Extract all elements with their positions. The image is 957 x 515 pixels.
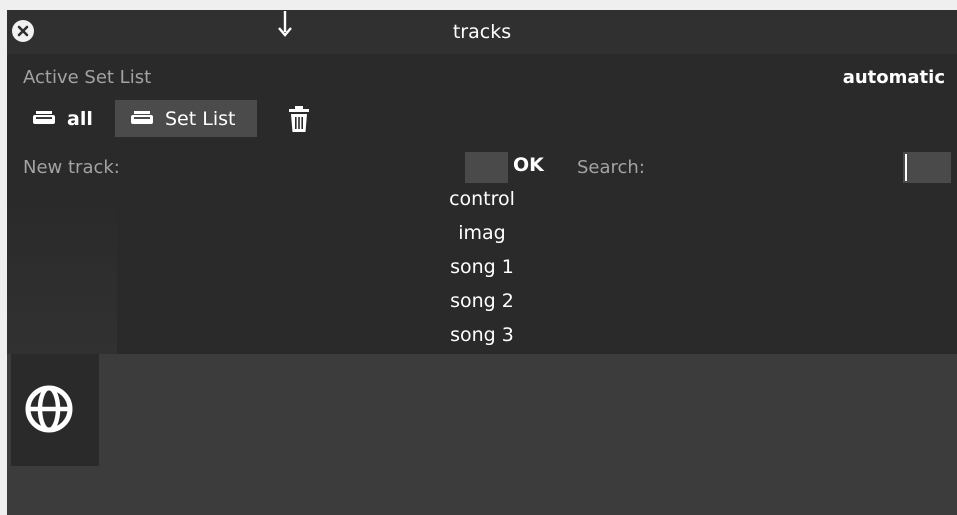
track-item[interactable]: song 2	[7, 284, 957, 318]
track-list: control imag song 1 song 2 song 3	[7, 182, 957, 352]
track-item[interactable]: song 1	[7, 250, 957, 284]
list-icon	[131, 108, 153, 130]
new-track-input[interactable]	[465, 152, 508, 183]
track-item[interactable]: imag	[7, 216, 957, 250]
list-icon	[33, 108, 55, 130]
arrow-down-icon	[278, 11, 292, 37]
automatic-mode-toggle[interactable]: automatic	[843, 67, 945, 88]
close-button[interactable]	[12, 20, 34, 42]
active-set-list-label: Active Set List	[23, 67, 152, 88]
set-list-panel: Active Set List automatic all Set List N…	[7, 54, 957, 354]
globe-button[interactable]	[11, 354, 99, 466]
text-caret	[905, 154, 907, 181]
search-label: Search:	[577, 157, 645, 178]
track-item[interactable]: control	[7, 182, 957, 216]
ok-button[interactable]: OK	[513, 154, 544, 176]
window-title: tracks	[452, 21, 512, 43]
trash-icon[interactable]	[289, 106, 309, 132]
tab-all-label: all	[67, 107, 93, 130]
tab-set-list-label: Set List	[165, 107, 236, 130]
tab-all[interactable]: all	[23, 100, 103, 137]
tab-set-list[interactable]: Set List	[115, 100, 257, 137]
tracks-window: tracks Active Set List automatic all Set…	[7, 10, 957, 515]
globe-icon	[25, 385, 73, 433]
title-bar[interactable]: tracks	[7, 10, 957, 54]
search-input[interactable]	[903, 152, 951, 183]
track-item[interactable]: song 3	[7, 318, 957, 352]
close-icon	[17, 25, 29, 37]
new-track-label: New track:	[23, 157, 120, 178]
